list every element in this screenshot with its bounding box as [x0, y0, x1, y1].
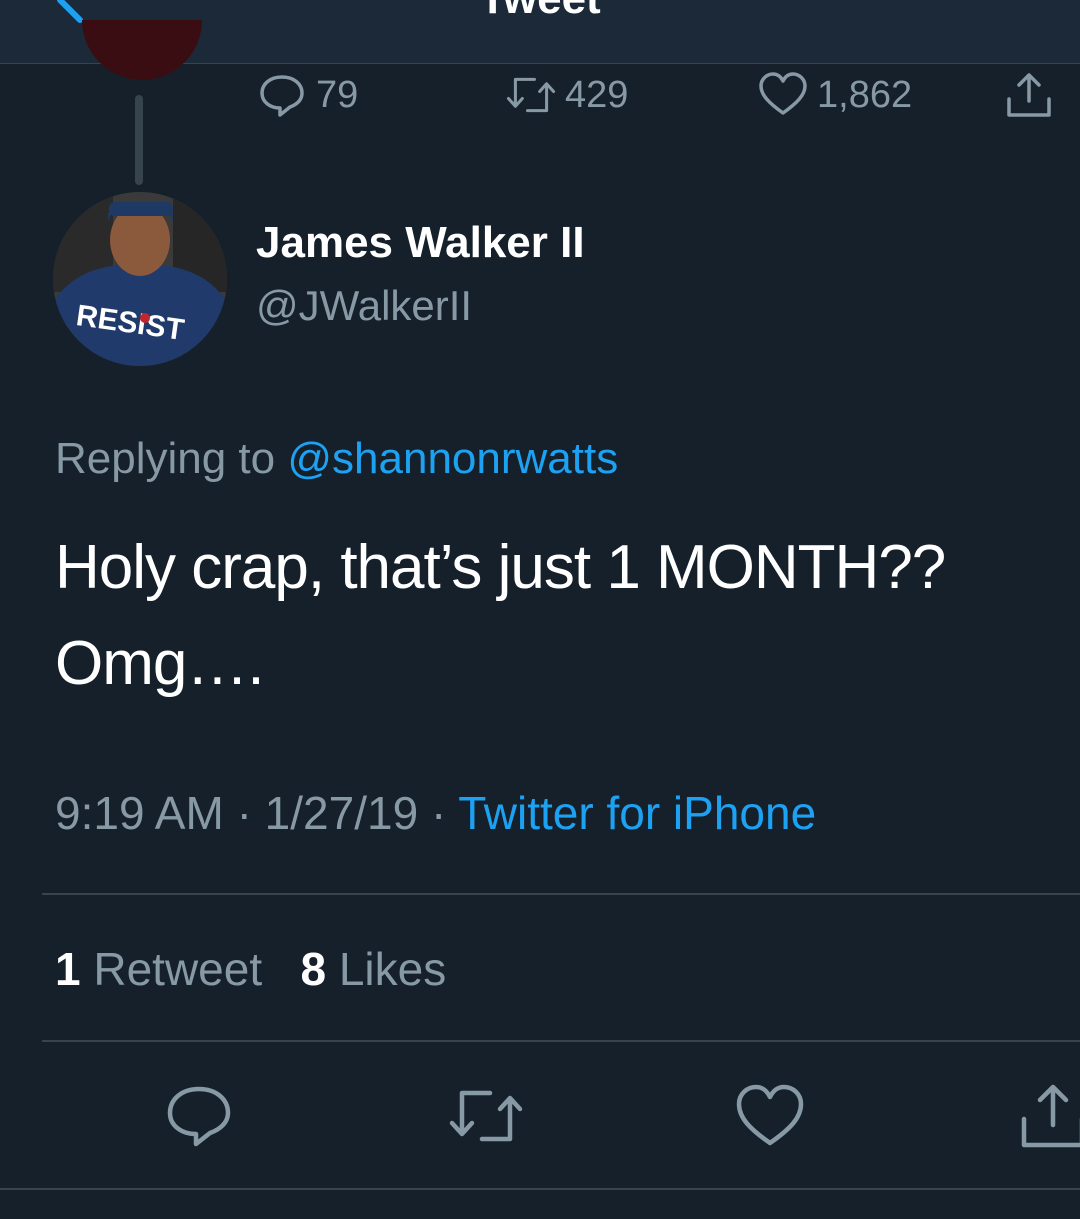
like-label: Likes	[338, 943, 447, 995]
tweet-detail-screen: Tweet 79 429 1,862	[0, 0, 1080, 1219]
parent-retweet-button[interactable]: 429	[505, 70, 628, 120]
engagement-stats: 1 Retweet 8 Likes	[55, 942, 446, 996]
tweet-action-bar	[0, 1075, 1080, 1155]
retweets-stat[interactable]: 1 Retweet	[55, 943, 262, 995]
retweet-icon[interactable]	[446, 1081, 526, 1151]
replying-to-label: Replying to	[55, 434, 276, 483]
author-avatar-image: RESIST	[53, 192, 227, 366]
parent-tweet-actions: 79 429 1,862	[0, 62, 1080, 122]
tweet-date: 1/27/19	[264, 787, 419, 839]
parent-retweet-count: 429	[565, 73, 629, 116]
tweet-source-link[interactable]: Twitter for iPhone	[458, 787, 816, 839]
parent-like-button[interactable]: 1,862	[757, 70, 912, 120]
tweet-text-line-1: Holy crap, that’s just 1 MONTH??	[55, 533, 946, 602]
parent-like-count: 1,862	[817, 73, 913, 116]
author-display-name[interactable]: James Walker II	[256, 218, 585, 268]
divider	[42, 893, 1080, 895]
meta-separator: ·	[236, 787, 252, 839]
replying-to-mention[interactable]: @shannonrwatts	[287, 434, 618, 483]
retweet-count: 1	[55, 943, 81, 995]
share-icon	[1007, 73, 1051, 117]
replying-to-line: Replying to @shannonrwatts	[55, 434, 618, 484]
like-count: 8	[300, 943, 327, 995]
like-icon	[759, 72, 807, 115]
divider	[42, 1040, 1080, 1042]
author-handle[interactable]: @JWalkerII	[256, 282, 472, 330]
tweet-time: 9:19 AM	[55, 787, 224, 839]
meta-separator: ·	[430, 787, 447, 839]
reply-icon	[260, 75, 304, 117]
parent-reply-count: 79	[316, 73, 359, 116]
divider	[0, 1188, 1080, 1190]
tweet-meta: 9:19 AM · 1/27/19 · Twitter for iPhone	[55, 786, 816, 840]
parent-share-button[interactable]	[1003, 70, 1063, 120]
like-icon[interactable]	[735, 1081, 805, 1151]
share-icon[interactable]	[1018, 1081, 1080, 1151]
likes-stat[interactable]: 8 Likes	[300, 943, 446, 995]
retweet-icon	[506, 77, 556, 113]
author-avatar[interactable]: RESIST	[53, 192, 227, 366]
tweet-text-line-2: Omg….	[55, 629, 265, 698]
retweet-label: Retweet	[93, 943, 263, 995]
parent-reply-button[interactable]: 79	[256, 70, 358, 120]
tweet-body: Holy crap, that’s just 1 MONTH?? Omg….	[55, 520, 1055, 712]
reply-icon[interactable]	[164, 1081, 234, 1151]
